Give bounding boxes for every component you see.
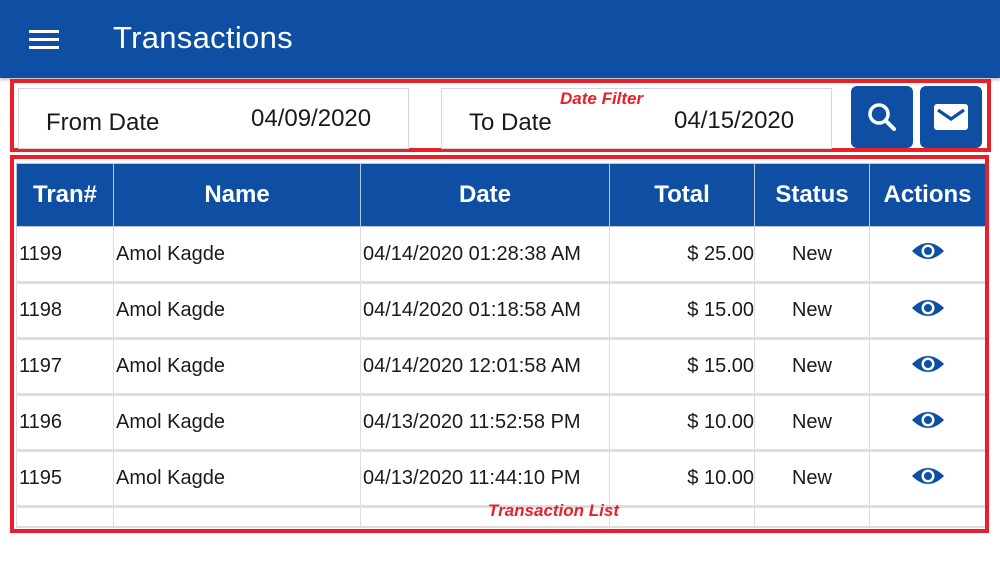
column-header-total[interactable]: Total — [609, 163, 755, 227]
from-date-label: From Date — [46, 109, 160, 136]
name-cell: Amol Kagde — [113, 450, 361, 508]
status-cell: New — [754, 226, 870, 284]
actions-cell — [869, 226, 985, 284]
tran-number-cell: 1197 — [16, 338, 114, 396]
name-cell: Amol Kagde — [113, 226, 361, 284]
table-row[interactable]: 1199 Amol Kagde 04/14/2020 01:28:38 AM $… — [16, 226, 985, 284]
eye-icon[interactable] — [910, 464, 946, 494]
tran-number-cell: 1198 — [16, 282, 114, 340]
empty-cell — [754, 506, 870, 528]
eye-icon[interactable] — [910, 408, 946, 438]
total-cell: $ 15.00 — [609, 338, 755, 396]
date-cell: 04/14/2020 01:18:58 AM — [360, 282, 610, 340]
date-cell: 04/13/2020 11:52:58 PM — [360, 394, 610, 452]
actions-cell — [869, 394, 985, 452]
status-cell: New — [754, 450, 870, 508]
date-filter-annotation: Date Filter — [560, 89, 644, 108]
table-row[interactable]: 1197 Amol Kagde 04/14/2020 12:01:58 AM $… — [16, 338, 985, 396]
table-header-row: Tran# Name Date Total Status Actions — [16, 163, 985, 227]
status-cell: New — [754, 394, 870, 452]
empty-cell — [609, 506, 755, 528]
total-cell: $ 10.00 — [609, 394, 755, 452]
column-header-name[interactable]: Name — [113, 163, 361, 227]
tran-number-cell: 1195 — [16, 450, 114, 508]
actions-cell — [869, 282, 985, 340]
column-header-status[interactable]: Status — [754, 163, 870, 227]
transactions-table: Tran# Name Date Total Status Actions 119… — [16, 163, 985, 528]
total-cell: $ 15.00 — [609, 282, 755, 340]
tran-number-cell: 1196 — [16, 394, 114, 452]
table-row[interactable]: 1195 Amol Kagde 04/13/2020 11:44:10 PM $… — [16, 450, 985, 508]
transaction-list-section: Tran# Name Date Total Status Actions 119… — [10, 155, 989, 533]
empty-cell — [113, 506, 361, 528]
mail-icon — [934, 104, 968, 130]
column-header-tran[interactable]: Tran# — [16, 163, 114, 227]
status-cell: New — [754, 282, 870, 340]
empty-cell — [16, 506, 114, 528]
to-date-label: To Date — [469, 109, 552, 136]
app-bar: Transactions — [0, 0, 1000, 78]
date-cell: 04/14/2020 12:01:58 AM — [360, 338, 610, 396]
name-cell: Amol Kagde — [113, 394, 361, 452]
actions-cell — [869, 450, 985, 508]
total-cell: $ 25.00 — [609, 226, 755, 284]
date-cell: 04/13/2020 11:44:10 PM — [360, 450, 610, 508]
to-date-value[interactable]: 04/15/2020 — [674, 107, 794, 135]
column-header-date[interactable]: Date — [360, 163, 610, 227]
column-header-actions: Actions — [869, 163, 985, 227]
total-cell: $ 10.00 — [609, 450, 755, 508]
date-cell: 04/14/2020 01:28:38 AM — [360, 226, 610, 284]
transaction-list-annotation: Transaction List — [488, 501, 619, 520]
tran-number-cell: 1199 — [16, 226, 114, 284]
page-title: Transactions — [113, 20, 293, 55]
from-date-value[interactable]: 04/09/2020 — [251, 105, 371, 133]
eye-icon[interactable] — [910, 296, 946, 326]
search-icon — [868, 103, 896, 131]
name-cell: Amol Kagde — [113, 282, 361, 340]
from-date-field[interactable]: From Date 04/09/2020 — [18, 88, 409, 149]
table-row[interactable]: 1198 Amol Kagde 04/14/2020 01:18:58 AM $… — [16, 282, 985, 340]
search-button[interactable] — [851, 86, 913, 148]
date-filter-section: From Date 04/09/2020 To Date 04/15/2020 … — [10, 79, 991, 152]
name-cell: Amol Kagde — [113, 338, 361, 396]
eye-icon[interactable] — [910, 352, 946, 382]
empty-cell — [869, 506, 985, 528]
eye-icon[interactable] — [910, 239, 946, 269]
table-row[interactable]: 1196 Amol Kagde 04/13/2020 11:52:58 PM $… — [16, 394, 985, 452]
hamburger-menu-icon[interactable] — [29, 28, 59, 50]
actions-cell — [869, 338, 985, 396]
status-cell: New — [754, 338, 870, 396]
email-button[interactable] — [920, 86, 982, 148]
